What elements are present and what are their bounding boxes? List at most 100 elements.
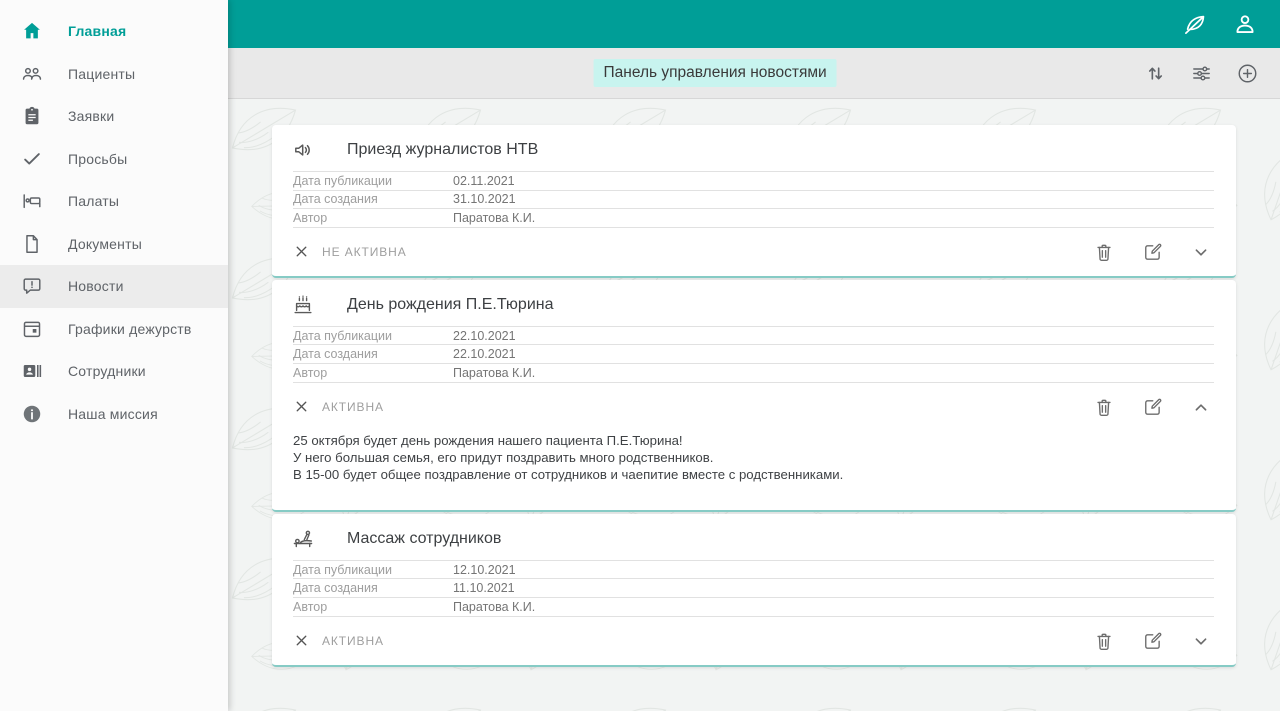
- meta-row-author: Автор Паратова К.И.: [293, 364, 1214, 383]
- sidebar-item-label: Просьбы: [68, 150, 128, 167]
- news-card-header: Приезд журналистов НТВ: [272, 125, 1236, 171]
- card-actions: [1093, 396, 1212, 418]
- close-icon[interactable]: [293, 632, 310, 649]
- filter-icon[interactable]: [1190, 62, 1213, 85]
- sidebar-item-employees[interactable]: Сотрудники: [0, 350, 228, 393]
- top-app-bar: [228, 0, 1280, 48]
- close-icon[interactable]: [293, 398, 310, 415]
- bed-icon: [21, 190, 43, 212]
- news-card-footer: АКТИВНА: [272, 383, 1236, 431]
- chevron-up-icon[interactable]: [1190, 396, 1212, 418]
- news-card-header: День рождения П.Е.Тюрина: [272, 280, 1236, 326]
- account-icon[interactable]: [1232, 11, 1258, 37]
- clipboard-icon: [21, 105, 43, 127]
- toolbar: Панель управления новостями: [228, 48, 1280, 99]
- content-area: Приезд журналистов НТВ Дата публикации 0…: [228, 99, 1280, 711]
- home-icon: [21, 20, 43, 42]
- sidebar-item-wishes[interactable]: Просьбы: [0, 138, 228, 181]
- news-body-line: У него большая семья, его придут поздрав…: [293, 449, 714, 465]
- chevron-down-icon[interactable]: [1190, 241, 1212, 263]
- delete-button[interactable]: [1093, 630, 1115, 652]
- news-card-footer: НЕ АКТИВНА: [272, 228, 1236, 276]
- sidebar-item-label: Наша миссия: [68, 405, 158, 422]
- sidebar-item-schedules[interactable]: Графики дежурств: [0, 308, 228, 351]
- sidebar-item-label: Новости: [68, 278, 124, 295]
- edit-button[interactable]: [1142, 396, 1164, 418]
- news-meta-table: Дата публикации 12.10.2021 Дата создания…: [293, 559, 1214, 617]
- edit-button[interactable]: [1142, 241, 1164, 263]
- card-actions: [1093, 630, 1212, 652]
- meta-label: Дата создания: [293, 581, 378, 596]
- sidebar-item-wards[interactable]: Палаты: [0, 180, 228, 223]
- meta-value: 22.10.2021: [453, 328, 516, 343]
- sidebar-item-label: Главная: [68, 23, 127, 40]
- meta-row-created: Дата создания 22.10.2021: [293, 345, 1214, 364]
- page-title: Панель управления новостями: [593, 59, 837, 87]
- meta-label: Дата публикации: [293, 173, 393, 188]
- meta-label: Дата публикации: [293, 328, 393, 343]
- meta-row-author: Автор Паратова К.И.: [293, 598, 1214, 617]
- news-body-line: 25 октября будет день рождения нашего па…: [293, 432, 683, 448]
- sidebar-item-documents[interactable]: Документы: [0, 223, 228, 266]
- sidebar-item-label: Заявки: [68, 108, 115, 125]
- meta-row-published: Дата публикации 12.10.2021: [293, 561, 1214, 580]
- sidebar-item-label: Документы: [68, 235, 142, 252]
- toolbar-actions: [1144, 62, 1280, 85]
- sidebar-item-label: Графики дежурств: [68, 320, 192, 337]
- news-icon: [21, 275, 43, 297]
- badge-icon: [21, 360, 43, 382]
- massage-icon: [291, 527, 315, 551]
- sidebar-item-requests[interactable]: Заявки: [0, 95, 228, 138]
- news-body: 25 октября будет день рождения нашего па…: [293, 432, 1214, 510]
- news-title: Массаж сотрудников: [347, 529, 502, 547]
- meta-label: Автор: [293, 210, 328, 225]
- status-badge: АКТИВНА: [322, 633, 384, 648]
- check-icon: [21, 148, 43, 170]
- meta-row-created: Дата создания 11.10.2021: [293, 579, 1214, 598]
- sidebar: Главная Пациенты Заявки Просьбы Палаты Д…: [0, 0, 228, 711]
- meta-label: Автор: [293, 599, 328, 614]
- meta-label: Дата создания: [293, 347, 378, 362]
- patients-icon: [21, 63, 43, 85]
- chevron-down-icon[interactable]: [1190, 630, 1212, 652]
- calendar-icon: [21, 318, 43, 340]
- meta-label: Дата публикации: [293, 562, 393, 577]
- info-icon: [21, 403, 43, 425]
- meta-value: Паратова К.И.: [453, 210, 536, 225]
- sidebar-item-label: Пациенты: [68, 65, 136, 82]
- edit-button[interactable]: [1142, 630, 1164, 652]
- leaf-logo-icon: [1182, 11, 1208, 37]
- delete-button[interactable]: [1093, 241, 1115, 263]
- news-card: Приезд журналистов НТВ Дата публикации 0…: [272, 125, 1236, 278]
- add-icon[interactable]: [1236, 62, 1259, 85]
- meta-value: Паратова К.И.: [453, 599, 536, 614]
- sidebar-item-patients[interactable]: Пациенты: [0, 53, 228, 96]
- meta-row-published: Дата публикации 22.10.2021: [293, 327, 1214, 346]
- close-icon[interactable]: [293, 243, 310, 260]
- sidebar-item-label: Сотрудники: [68, 363, 146, 380]
- delete-button[interactable]: [1093, 396, 1115, 418]
- meta-value: 11.10.2021: [453, 581, 515, 596]
- sidebar-item-label: Палаты: [68, 193, 120, 210]
- news-card-header: Массаж сотрудников: [272, 514, 1236, 560]
- meta-label: Дата создания: [293, 192, 378, 207]
- sidebar-item-mission[interactable]: Наша миссия: [0, 393, 228, 436]
- sidebar-item-home[interactable]: Главная: [0, 10, 228, 53]
- news-title: День рождения П.Е.Тюрина: [347, 295, 554, 313]
- meta-row-created: Дата создания 31.10.2021: [293, 191, 1214, 210]
- sort-icon[interactable]: [1144, 62, 1167, 85]
- news-meta-table: Дата публикации 02.11.2021 Дата создания…: [293, 171, 1214, 228]
- meta-row-author: Автор Паратова К.И.: [293, 209, 1214, 228]
- meta-value: 12.10.2021: [453, 562, 516, 577]
- meta-value: 22.10.2021: [453, 347, 516, 362]
- cake-icon: [291, 293, 315, 317]
- news-card-list: Приезд журналистов НТВ Дата публикации 0…: [272, 125, 1236, 669]
- status-badge: НЕ АКТИВНА: [322, 244, 407, 259]
- news-title: Приезд журналистов НТВ: [347, 141, 539, 158]
- document-icon: [21, 233, 43, 255]
- status-badge: АКТИВНА: [322, 399, 384, 414]
- news-card: День рождения П.Е.Тюрина Дата публикации…: [272, 279, 1236, 512]
- news-meta-table: Дата публикации 22.10.2021 Дата создания…: [293, 325, 1214, 383]
- megaphone-icon: [291, 138, 315, 162]
- sidebar-item-news[interactable]: Новости: [0, 265, 228, 308]
